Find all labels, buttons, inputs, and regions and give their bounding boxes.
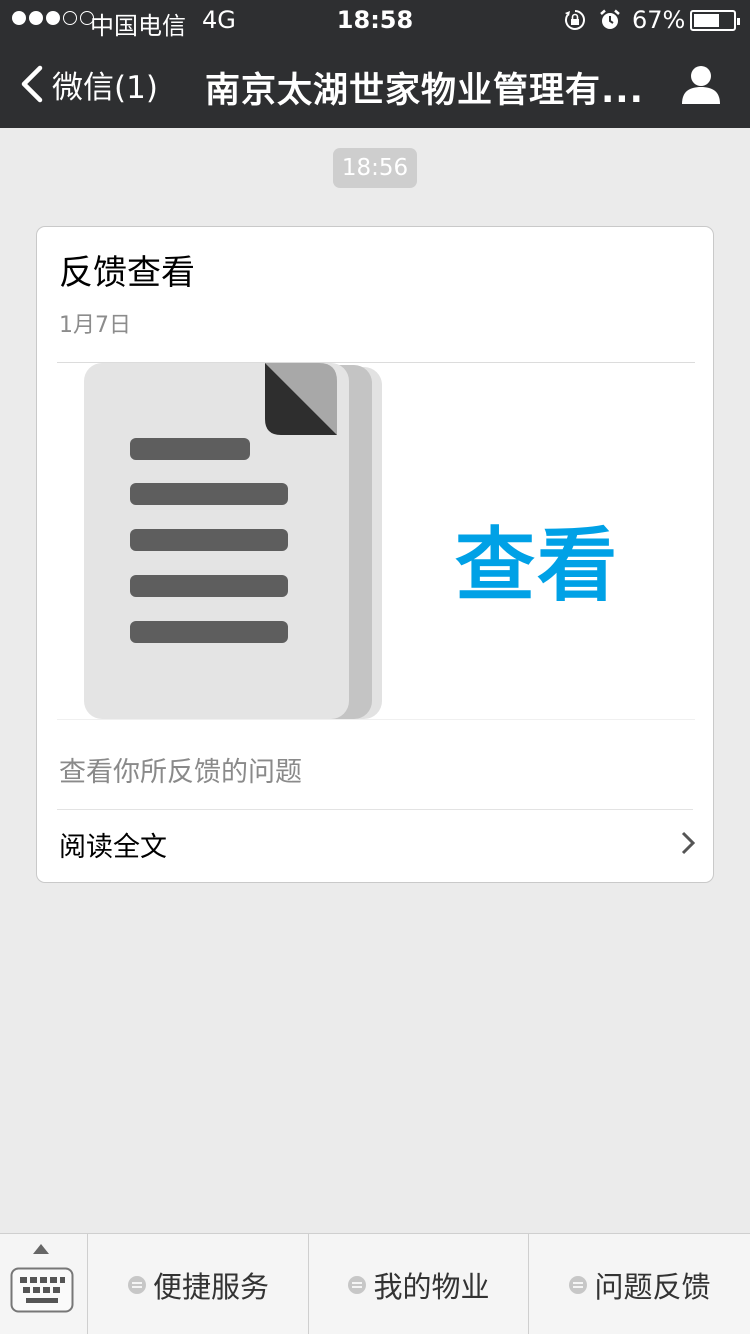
back-button[interactable]: 微信(1) bbox=[18, 60, 158, 108]
article-cover-image: 查看 bbox=[57, 362, 695, 720]
menu-dot-icon bbox=[127, 1275, 146, 1294]
menu-label: 我的物业 bbox=[373, 1269, 490, 1304]
menu-item-convenient-services[interactable]: 便捷服务 bbox=[88, 1234, 309, 1334]
read-more-link[interactable]: 阅读全文 bbox=[59, 825, 167, 864]
profile-icon[interactable] bbox=[680, 64, 722, 106]
chat-title: 南京太湖世家物业管理有... bbox=[205, 71, 644, 111]
back-chevron-icon bbox=[21, 65, 43, 103]
article-title: 反馈查看 bbox=[59, 253, 195, 293]
keyboard-toggle-button[interactable] bbox=[0, 1234, 88, 1334]
back-label: 微信(1) bbox=[52, 69, 158, 106]
wechat-chat-screen: 中国电信 4G 18:58 67% 微信(1) 南京太湖世家物业管理有... 1… bbox=[0, 0, 750, 1334]
status-bar: 中国电信 4G 18:58 67% bbox=[0, 0, 750, 40]
menu-label: 便捷服务 bbox=[152, 1269, 269, 1304]
menu-label: 问题反馈 bbox=[594, 1269, 711, 1304]
cover-text: 查看 bbox=[455, 519, 619, 612]
chevron-right-icon bbox=[681, 831, 695, 855]
arrow-up-icon bbox=[33, 1244, 49, 1254]
card-divider bbox=[57, 809, 693, 810]
alarm-icon bbox=[600, 9, 620, 29]
keyboard-icon bbox=[10, 1267, 74, 1313]
menu-item-my-property[interactable]: 我的物业 bbox=[309, 1234, 529, 1334]
menu-item-issue-feedback[interactable]: 问题反馈 bbox=[529, 1234, 750, 1334]
nav-bar: 微信(1) 南京太湖世家物业管理有... bbox=[0, 40, 750, 128]
battery-icon bbox=[690, 10, 740, 31]
menu-dot-icon bbox=[569, 1275, 588, 1294]
rotation-lock-icon bbox=[565, 10, 585, 30]
bottom-menu: 便捷服务 我的物业 问题反馈 bbox=[0, 1233, 750, 1334]
menu-dot-icon bbox=[348, 1275, 367, 1294]
article-date: 1月7日 bbox=[59, 313, 131, 338]
article-digest: 查看你所反馈的问题 bbox=[59, 757, 302, 788]
document-icon bbox=[84, 363, 382, 719]
article-card[interactable]: 反馈查看 1月7日 查看 查看你所反馈的问题 阅读全文 bbox=[36, 226, 714, 883]
message-timestamp: 18:56 bbox=[333, 148, 417, 188]
battery-percent: 67% bbox=[632, 6, 686, 34]
